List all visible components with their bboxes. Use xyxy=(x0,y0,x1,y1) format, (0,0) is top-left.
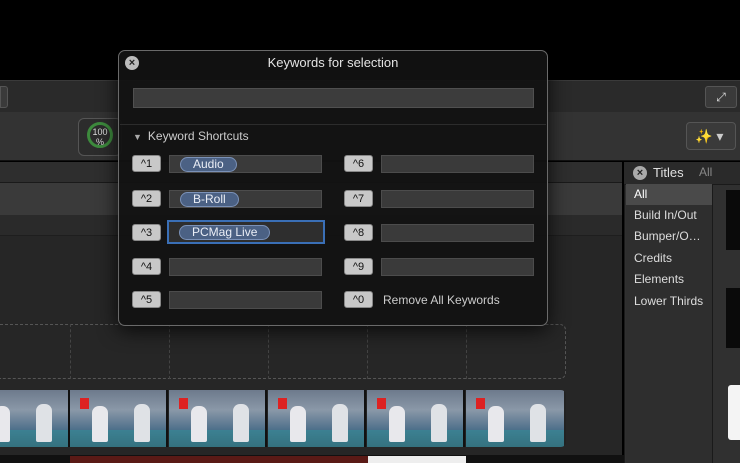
keyword-shortcuts-toggle[interactable]: ▼ Keyword Shortcuts xyxy=(133,129,249,143)
shortcut-keyword-field-2[interactable]: B-Roll xyxy=(169,190,322,208)
shortcut-keyword-field-7[interactable] xyxy=(381,190,534,208)
secondary-clip[interactable] xyxy=(368,456,466,463)
clip-frame xyxy=(367,390,465,447)
keyword-input[interactable] xyxy=(133,88,534,108)
shortcut-keyword-field-3[interactable]: PCMag Live xyxy=(167,220,325,244)
title-thumbnail[interactable] xyxy=(726,288,740,348)
dialog-divider xyxy=(120,124,546,125)
shortcut-keyword-field-9[interactable] xyxy=(381,258,534,276)
shortcut-key-9: ^9 xyxy=(344,258,373,275)
titles-category-list: All Build In/Out Bumper/O… Credits Eleme… xyxy=(626,184,713,463)
shortcut-keyword-field-4[interactable] xyxy=(169,258,322,276)
fullscreen-icon: ⤢ xyxy=(716,90,726,104)
shortcut-key-3: ^3 xyxy=(132,224,161,241)
shortcut-key-6: ^6 xyxy=(344,155,373,172)
clip-frame xyxy=(70,390,168,447)
shortcut-key-7: ^7 xyxy=(344,190,373,207)
keyword-token[interactable]: Audio xyxy=(180,157,237,172)
titles-category-elements[interactable]: Elements xyxy=(626,269,712,290)
empty-storyline xyxy=(0,324,566,379)
title-thumbnail[interactable] xyxy=(726,190,740,250)
clip-frame xyxy=(0,390,70,447)
video-clip[interactable] xyxy=(0,390,566,447)
shortcut-key-2: ^2 xyxy=(132,190,161,207)
shortcut-keyword-field-5[interactable] xyxy=(169,291,322,309)
clip-frame xyxy=(466,390,564,447)
shortcut-key-4: ^4 xyxy=(132,258,161,275)
dialog-title: Keywords for selection xyxy=(267,55,399,70)
shortcut-key-5: ^5 xyxy=(132,291,161,308)
titles-category-build-in-out[interactable]: Build In/Out xyxy=(626,205,712,226)
shortcut-key-0: ^0 xyxy=(344,291,373,308)
secondary-clip[interactable] xyxy=(70,456,368,463)
shortcut-key-8: ^8 xyxy=(344,224,373,241)
storyline-divider xyxy=(169,324,170,379)
storyline-divider xyxy=(466,324,467,379)
shortcut-keyword-field-8[interactable] xyxy=(381,224,534,242)
titles-heading: Titles xyxy=(653,165,684,180)
section-label: Keyword Shortcuts xyxy=(147,129,249,143)
shortcut-keyword-field-6[interactable] xyxy=(381,155,534,173)
close-icon[interactable]: × xyxy=(633,166,647,180)
titles-category-bumper[interactable]: Bumper/O… xyxy=(626,226,712,247)
remove-all-keywords-label: Remove All Keywords xyxy=(383,293,500,307)
titles-category-all[interactable]: All xyxy=(626,184,712,205)
storyline-divider xyxy=(70,324,71,379)
titles-category-lower-thirds[interactable]: Lower Thirds xyxy=(626,291,712,312)
shortcut-keyword-field-1[interactable]: Audio xyxy=(169,155,322,173)
titles-filter[interactable]: All xyxy=(699,165,712,179)
left-toolbar-button[interactable] xyxy=(0,86,8,108)
clip-frame xyxy=(169,390,267,447)
fullscreen-button[interactable]: ⤢ xyxy=(705,86,737,108)
storyline-divider xyxy=(268,324,269,379)
storyline-divider xyxy=(367,324,368,379)
titles-header: × Titles All xyxy=(624,162,740,185)
progress-indicator: 100 % xyxy=(87,122,113,148)
title-thumbnail[interactable] xyxy=(728,385,740,440)
shortcut-key-1: ^1 xyxy=(132,155,161,172)
magic-wand-icon: ✨ ▾ xyxy=(695,128,724,144)
keyword-token[interactable]: PCMag Live xyxy=(179,225,271,240)
disclosure-triangle-icon: ▼ xyxy=(133,132,142,142)
clip-frame xyxy=(268,390,366,447)
enhancements-button[interactable]: ✨ ▾ xyxy=(686,122,736,150)
keyword-token[interactable]: B-Roll xyxy=(180,192,239,207)
titles-category-credits[interactable]: Credits xyxy=(626,248,712,269)
